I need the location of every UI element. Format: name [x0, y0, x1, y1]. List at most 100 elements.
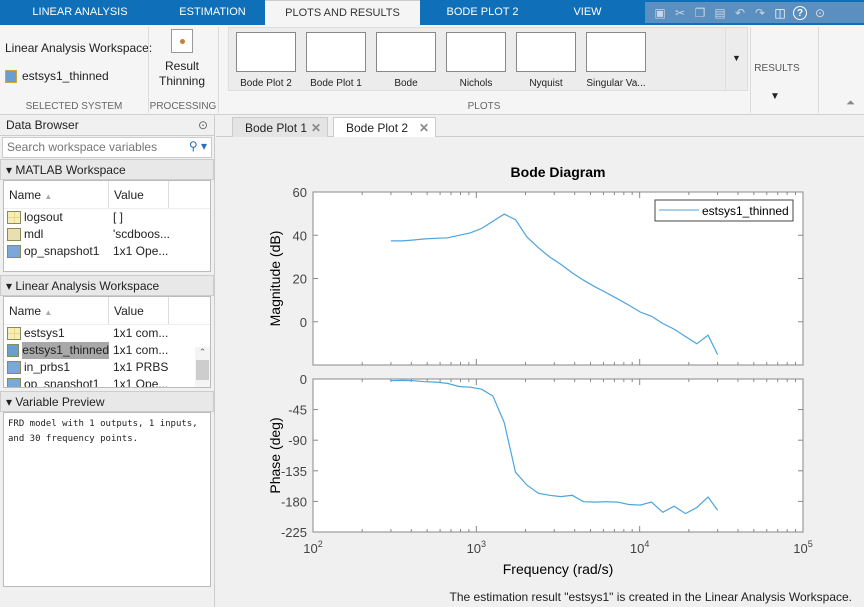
matlab-workspace-table: Name ▲ Value logsout[ ] mdl'scdboos... op… [3, 180, 211, 272]
tab-linear-analysis[interactable]: LINEAR ANALYSIS [0, 0, 160, 25]
column-value[interactable]: Value [109, 297, 169, 324]
x-tick-label: 102 [303, 539, 322, 556]
panel-menu-icon[interactable]: ⊙ [198, 115, 208, 135]
y-tick-label: 0 [300, 315, 307, 330]
tab-view[interactable]: VIEW [545, 0, 630, 25]
bode-thumbnail-icon [236, 32, 296, 72]
bode-plot[interactable]: Bode Diagram 60 40 20 0 Magnitude (dB) 0 -45 -90… [216, 137, 864, 588]
result-thinning-label: Result Thinning [158, 59, 206, 88]
singular-values-thumbnail-icon [586, 32, 646, 72]
data-browser: Data Browser ⊙ ⚲ ▾ ▾ MATLAB Workspace Na… [0, 115, 215, 607]
column-name[interactable]: Name ▲ [4, 297, 109, 324]
section-selected-system: SELECTED SYSTEM [25, 101, 123, 112]
gallery-bode[interactable]: Bode [375, 32, 437, 89]
nyquist-thumbnail-icon [516, 32, 576, 72]
selected-system[interactable]: estsys1_thinned [5, 69, 109, 83]
nichols-thumbnail-icon [446, 32, 506, 72]
y-axis-label: Magnitude (dB) [267, 231, 283, 327]
search-icon[interactable]: ⚲ ▾ [189, 139, 207, 153]
y-tick-label: -90 [288, 433, 307, 448]
bode-thumbnail-icon [376, 32, 436, 72]
system-icon [5, 69, 17, 83]
status-bar: The estimation result "estsys1" is creat… [449, 590, 852, 604]
object-icon [7, 361, 21, 374]
save-icon[interactable]: ▣ [653, 6, 667, 20]
table-row-selected[interactable]: estsys1_thinned 1x1 com... [4, 342, 210, 359]
y-tick-label: -45 [288, 403, 307, 418]
variable-preview-text: FRD model with 1 outputs, 1 inputs, and … [3, 412, 211, 587]
close-icon[interactable]: ✕ [311, 118, 321, 138]
x-axis-label: Frequency (rad/s) [503, 561, 613, 577]
quick-access-toolbar: ▣ ✂ ❐ ▤ ↶ ↷ ◫ ? ⊙ [645, 2, 864, 23]
model-icon [7, 344, 20, 357]
object-icon [7, 245, 21, 258]
undo-icon[interactable]: ↶ [733, 6, 747, 20]
doc-tab-bode-plot-2[interactable]: Bode Plot 2 ✕ [333, 117, 436, 137]
column-value[interactable]: Value [109, 181, 169, 208]
y-tick-label: 60 [293, 185, 307, 200]
search-field[interactable]: ⚲ ▾ [2, 137, 212, 158]
doc-tab-bode-plot-1[interactable]: Bode Plot 1 ✕ [232, 117, 328, 137]
y-axis-label: Phase (deg) [267, 417, 283, 493]
help-icon[interactable]: ? [793, 5, 807, 20]
axes-1 [312, 378, 804, 533]
data-browser-title: Data Browser [6, 118, 79, 132]
x-tick-label: 105 [793, 539, 812, 556]
tab-bode-plot-2[interactable]: BODE PLOT 2 [420, 0, 545, 25]
linear-workspace-table: Name ▲ Value estsys1 1x1 com... estsys1_th… [3, 296, 211, 388]
y-tick-label: 20 [293, 272, 307, 287]
section-plots: PLOTS [467, 101, 501, 112]
gallery-bode-plot-2[interactable]: Bode Plot 2 [235, 32, 297, 89]
y-tick-label: 40 [293, 228, 307, 243]
menu-icon[interactable]: ⊙ [813, 6, 827, 20]
cut-icon[interactable]: ✂ [673, 6, 687, 20]
matlab-workspace-header[interactable]: ▾ MATLAB Workspace [0, 159, 214, 180]
workspace-label: Linear Analysis Workspace: [5, 41, 153, 55]
table-row[interactable]: logsout[ ] [4, 209, 210, 226]
gallery-expand-button[interactable]: ▼ [725, 28, 747, 90]
result-thinning-icon [171, 29, 193, 53]
x-tick-label: 104 [630, 539, 649, 556]
chart-title: Bode Diagram [511, 164, 606, 180]
scrollbar[interactable]: ⌃ ⌄ [195, 347, 210, 387]
y-tick-label: -180 [281, 494, 307, 509]
table-row[interactable]: estsys1 1x1 com... [4, 325, 210, 342]
model-icon [7, 327, 21, 340]
gallery-nyquist[interactable]: Nyquist [515, 32, 577, 89]
redo-icon[interactable]: ↷ [753, 6, 767, 20]
section-processing: PROCESSING [149, 101, 217, 112]
object-icon [7, 378, 21, 387]
variable-preview-header[interactable]: ▾ Variable Preview [0, 391, 214, 412]
switch-windows-icon[interactable]: ◫ [773, 6, 787, 20]
ribbon-tab-bar: LINEAR ANALYSIS ESTIMATION PLOTS AND RES… [0, 0, 864, 25]
table-row[interactable]: mdl'scdboos... [4, 226, 210, 243]
plots-gallery: Bode Plot 2 Bode Plot 1 Bode Nichols Nyq… [228, 27, 748, 91]
selected-system-name: estsys1_thinned [22, 69, 109, 83]
gallery-nichols[interactable]: Nichols [445, 32, 507, 89]
y-tick-label: 0 [300, 372, 307, 387]
tab-plots-and-results[interactable]: PLOTS AND RESULTS [265, 0, 420, 25]
legend-label: estsys1_thinned [702, 204, 789, 218]
copy-icon[interactable]: ❐ [693, 6, 707, 20]
ribbon: Linear Analysis Workspace: estsys1_thinn… [0, 25, 864, 115]
paste-icon[interactable]: ▤ [713, 6, 727, 20]
close-icon[interactable]: ✕ [419, 118, 429, 138]
results-dropdown-button[interactable]: ▼ [770, 91, 780, 102]
struct-icon [7, 211, 21, 224]
table-row[interactable]: op_snapshot1 1x1 Ope... [4, 376, 210, 387]
collapse-ribbon-icon[interactable]: ⏶ [846, 97, 855, 110]
table-row[interactable]: in_prbs1 1x1 PRBS [4, 359, 210, 376]
result-thinning-button[interactable]: Result Thinning [152, 29, 212, 89]
gallery-bode-plot-1[interactable]: Bode Plot 1 [305, 32, 367, 89]
y-tick-label: -225 [281, 525, 307, 540]
search-input[interactable] [3, 138, 173, 156]
table-row[interactable]: op_snapshot1 1x1 Ope... [4, 243, 210, 260]
linear-workspace-header[interactable]: ▾ Linear Analysis Workspace [0, 275, 214, 296]
bode-thumbnail-icon [306, 32, 366, 72]
section-results: RESULTS [754, 63, 800, 74]
tab-estimation[interactable]: ESTIMATION [160, 0, 265, 25]
column-name[interactable]: Name ▲ [4, 181, 109, 208]
gallery-singular-values[interactable]: Singular Va... [585, 32, 647, 89]
document-tabs: Bode Plot 1 ✕ Bode Plot 2 ✕ [216, 115, 864, 137]
char-icon [7, 228, 21, 241]
